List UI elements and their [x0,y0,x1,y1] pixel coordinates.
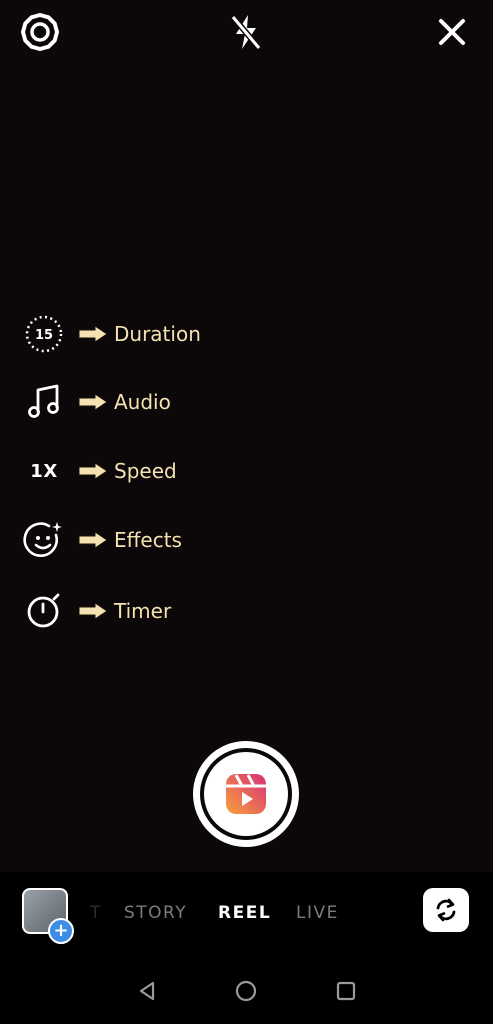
close-button[interactable] [432,12,472,52]
arrow-icon [78,325,108,343]
tool-effects[interactable]: Effects [22,518,182,562]
arrow-icon [78,531,108,549]
flash-off-icon [230,15,262,50]
home-circle-icon [235,980,257,1002]
reels-icon [226,774,266,814]
mode-live[interactable]: LIVE [296,903,339,923]
close-icon [439,19,465,45]
flash-toggle-button[interactable] [226,12,266,52]
speed-value: 1X [30,460,58,482]
tool-label: Speed [114,459,177,483]
record-button[interactable] [193,741,299,847]
record-button-ring [200,748,292,840]
flip-camera-button[interactable] [423,888,469,932]
tool-label: Timer [114,599,172,623]
tool-label: Duration [114,322,201,346]
tool-label: Effects [114,528,182,552]
music-note-icon [22,380,66,424]
duration-timer-icon: 15 [22,312,66,356]
nav-home-button[interactable] [233,978,259,1004]
tool-timer[interactable]: Timer [22,589,171,633]
gallery-add-badge: + [48,918,74,944]
mode-partial[interactable]: T [90,903,102,923]
gear-icon [21,13,59,51]
nav-recents-button[interactable] [333,978,359,1004]
arrow-icon [78,602,108,620]
arrow-icon [78,393,108,411]
recents-square-icon [336,981,356,1001]
back-triangle-icon [139,981,155,1001]
speed-icon: 1X [22,449,66,493]
mode-story[interactable]: STORY [124,903,187,923]
settings-button[interactable] [20,12,60,52]
tool-label: Audio [114,390,171,414]
record-button-core [204,752,288,836]
nav-back-button[interactable] [134,978,160,1004]
tool-speed[interactable]: 1X Speed [22,449,177,493]
arrow-icon [78,462,108,480]
timer-icon [22,589,66,633]
mode-reel[interactable]: REEL [218,903,271,923]
duration-value: 15 [35,328,53,343]
effects-smiley-icon [22,518,66,562]
flip-camera-icon [436,898,456,922]
tool-audio[interactable]: Audio [22,380,171,424]
tool-duration[interactable]: 15 Duration [22,312,201,356]
